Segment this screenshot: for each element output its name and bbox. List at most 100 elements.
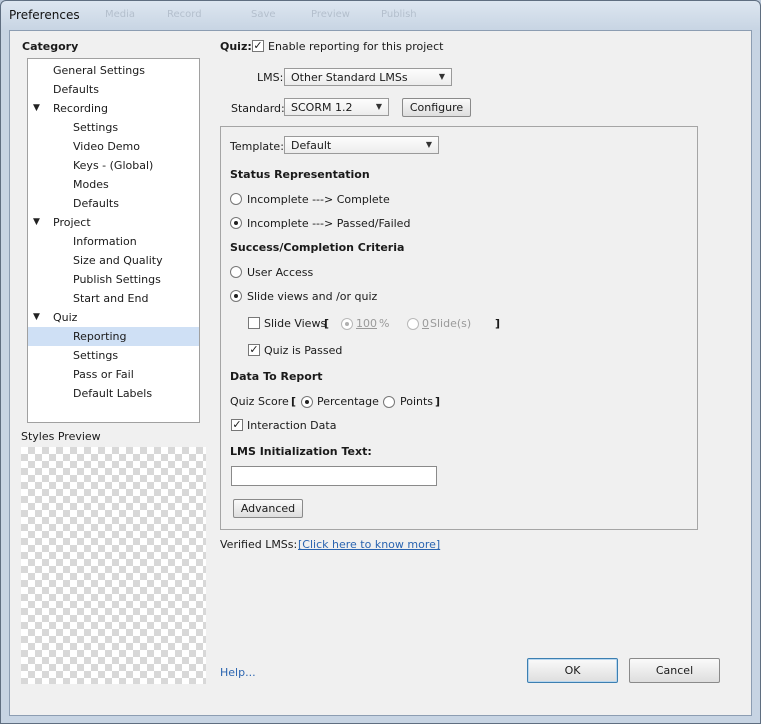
ghost-tab: Publish [381,9,417,20]
data-report-heading: Data To Report [230,370,323,383]
tree-item-label: Start and End [73,292,149,305]
tree-item[interactable]: Pass or Fail [28,365,199,384]
preferences-window: Preferences Media Record Save Preview Pu… [0,0,761,724]
title-bar[interactable]: Preferences Media Record Save Preview Pu… [1,1,760,29]
tree-item-label: Recording [53,102,109,115]
configure-button[interactable]: Configure [402,98,471,117]
tree-item-label: Settings [73,121,119,134]
tree-item[interactable]: Publish Settings [28,270,199,289]
ghost-tab: Record [167,9,202,20]
status-heading: Status Representation [230,168,370,181]
tree-item-label: Pass or Fail [73,368,134,381]
standard-select[interactable]: SCORM 1.2 ▼ [284,98,389,116]
tree-item[interactable]: ▼ Quiz [28,308,199,327]
bracket-close: ] [495,317,501,330]
styles-preview-label: Styles Preview [21,430,101,443]
tree-item[interactable]: ▼ Project [28,213,199,232]
ok-button[interactable]: OK [527,658,618,683]
template-select-value: Default [291,139,332,152]
expand-arrow-icon[interactable]: ▼ [33,308,40,327]
tree-item[interactable]: Defaults [28,194,199,213]
category-heading: Category [22,40,79,53]
tree-item-label: Information [73,235,137,248]
ghost-tab: Save [251,9,276,20]
slide-views-quiz-radio[interactable] [230,290,242,302]
chevron-down-icon: ▼ [425,140,432,149]
slides-radio[interactable] [407,318,419,330]
criteria-heading: Success/Completion Criteria [230,241,405,254]
status-passed-failed-label: Incomplete ---> Passed/Failed [247,217,411,230]
ghost-tab: Media [105,9,136,20]
bracket-open: [ [324,317,330,330]
percent-unit: % [379,317,390,330]
quiz-score-label: Quiz Score [230,395,289,408]
tree-item[interactable]: Start and End [28,289,199,308]
tree-item-label: Defaults [53,83,99,96]
user-access-radio[interactable] [230,266,242,278]
tree-item[interactable]: Settings [28,118,199,137]
tree-item-label: Reporting [73,330,127,343]
bracket-open: [ [291,395,297,408]
bracket-close: ] [435,395,441,408]
lms-select[interactable]: Other Standard LMSs ▼ [284,68,452,86]
ghost-tab: Preview [311,9,350,20]
tree-item-label: Quiz [53,311,78,324]
tree-item[interactable]: Defaults [28,80,199,99]
standard-select-value: SCORM 1.2 [291,101,353,114]
dialog-body: Category General Settings Defaults ▼ Record… [9,30,752,716]
expand-arrow-icon[interactable]: ▼ [33,99,40,118]
tree-item[interactable]: Video Demo [28,137,199,156]
percent-value[interactable]: 100 [356,317,377,330]
tree-item[interactable]: Keys - (Global) [28,156,199,175]
user-access-label: User Access [247,266,314,279]
quiz-label: Quiz: [220,40,252,53]
slide-views-checkbox[interactable] [248,317,260,329]
standard-label: Standard: [231,102,285,115]
tree-item[interactable]: ▼ Recording [28,99,199,118]
slides-value[interactable]: 0 [422,317,429,330]
help-link[interactable]: Help... [220,666,256,679]
points-radio[interactable] [383,396,395,408]
tree-item-label: Defaults [73,197,119,210]
percentage-radio[interactable] [301,396,313,408]
tree-item[interactable]: Size and Quality [28,251,199,270]
tree-item-label: Size and Quality [73,254,163,267]
status-passed-failed-radio[interactable] [230,217,242,229]
advanced-button[interactable]: Advanced [233,499,303,518]
chevron-down-icon: ▼ [438,72,445,81]
chevron-down-icon: ▼ [375,102,382,111]
points-label: Points [400,395,434,408]
template-select[interactable]: Default ▼ [284,136,439,154]
quiz-passed-checkbox[interactable]: ✓ [248,344,260,356]
verified-lms-link[interactable]: [Click here to know more] [298,538,440,551]
tree-item-label: General Settings [53,64,145,77]
percent-radio[interactable] [341,318,353,330]
lms-init-heading: LMS Initialization Text: [230,445,372,458]
lms-init-text-input[interactable] [231,466,437,486]
tree-item-label: Keys - (Global) [73,159,154,172]
status-complete-label: Incomplete ---> Complete [247,193,390,206]
tree-item-label: Project [53,216,91,229]
tree-item-label: Publish Settings [73,273,161,286]
interaction-data-label: Interaction Data [247,419,337,432]
tree-item[interactable]: Modes [28,175,199,194]
tree-item-label: Modes [73,178,109,191]
tree-item[interactable]: Settings [28,346,199,365]
percentage-label: Percentage [317,395,379,408]
tree-item[interactable]: Information [28,232,199,251]
cancel-button[interactable]: Cancel [629,658,720,683]
tree-item-label: Default Labels [73,387,153,400]
tree-item[interactable]: Default Labels [28,384,199,403]
slide-views-quiz-label: Slide views and /or quiz [247,290,378,303]
slides-unit: Slide(s) [430,317,472,330]
interaction-data-checkbox[interactable]: ✓ [231,419,243,431]
status-complete-radio[interactable] [230,193,242,205]
window-title: Preferences [9,8,80,22]
category-tree[interactable]: General Settings Defaults ▼ Recording Settin… [27,58,200,423]
tree-item-label: Video Demo [73,140,140,153]
tree-item[interactable]: General Settings [28,61,199,80]
tree-item[interactable]: Reporting [28,327,199,346]
enable-reporting-checkbox[interactable]: ✓ [252,40,264,52]
expand-arrow-icon[interactable]: ▼ [33,213,40,232]
lms-select-value: Other Standard LMSs [291,71,408,84]
